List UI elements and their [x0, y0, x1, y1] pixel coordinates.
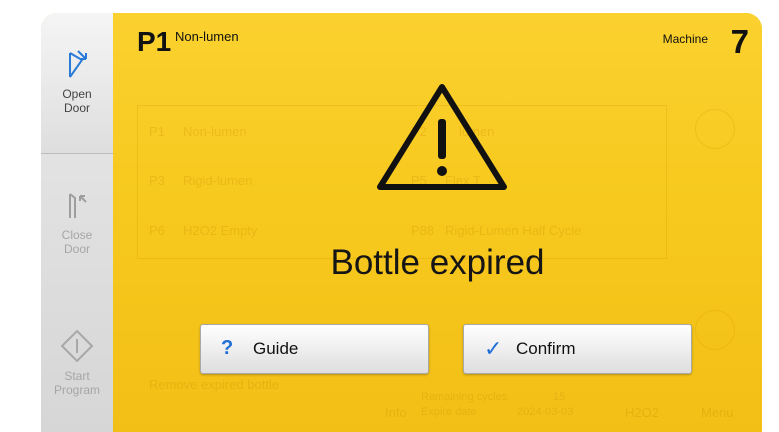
program-name: Non-lumen — [175, 29, 239, 44]
open-door-button[interactable]: Open Door — [41, 13, 113, 154]
warning-overlay: P1 Non-lumen P3 Rigid-lumen P6 H2O2 Empt… — [113, 13, 762, 432]
checkmark-icon: ✓ — [484, 336, 503, 361]
program-code-1: P1 — [149, 124, 165, 139]
guide-label: Guide — [253, 339, 299, 358]
expiry-value: 2024-03-03 — [517, 406, 574, 418]
program-code-88: P88 — [411, 223, 435, 238]
start-program-button[interactable]: Start Program — [41, 295, 113, 432]
h2o2-label: H2O2 — [625, 405, 659, 420]
start-program-label-1: Start — [64, 369, 90, 383]
close-door-label-1: Close — [61, 228, 93, 242]
status-text: Remove expired bottle — [149, 377, 280, 392]
remaining-label: Remaining cycles — [421, 391, 508, 403]
open-door-icon — [69, 50, 87, 78]
guide-button[interactable]: ? Guide — [200, 324, 429, 374]
open-door-label-2: Door — [63, 101, 90, 115]
info-label: Info — [385, 405, 407, 420]
start-program-label-2: Program — [53, 383, 100, 397]
machine-label: Machine — [662, 32, 708, 46]
program-code-6: P6 — [149, 223, 165, 238]
expiry-label: Expire date — [421, 406, 477, 418]
scroll-down-button — [695, 310, 735, 350]
program-name-88: Rigid-Lumen Half Cycle — [445, 223, 582, 238]
scroll-up-button — [695, 109, 735, 149]
warning-icon — [377, 84, 507, 190]
program-name-6: H2O2 Empty — [183, 223, 258, 238]
sidebar: Open Door Close Door Start Program — [41, 13, 113, 432]
close-door-label-2: Door — [63, 242, 90, 256]
open-door-label-1: Open — [62, 87, 92, 101]
program-name-3: Rigid-lumen — [183, 173, 253, 188]
program-code-3: P3 — [149, 173, 165, 188]
question-icon: ? — [221, 337, 234, 359]
confirm-label: Confirm — [516, 339, 576, 358]
program-name-1: Non-lumen — [183, 124, 247, 139]
warning-message: Bottle expired — [330, 243, 545, 282]
start-program-icon — [60, 329, 94, 363]
close-door-icon — [69, 193, 87, 218]
close-door-button[interactable]: Close Door — [41, 154, 113, 294]
remaining-value: 15 — [553, 391, 566, 403]
menu-label: Menu — [701, 405, 734, 420]
machine-number: 7 — [730, 23, 749, 60]
device-screen: Open Door Close Door Start Program P1 No… — [41, 13, 762, 432]
program-code: P1 — [137, 26, 172, 57]
confirm-button[interactable]: ✓ Confirm — [463, 324, 692, 374]
